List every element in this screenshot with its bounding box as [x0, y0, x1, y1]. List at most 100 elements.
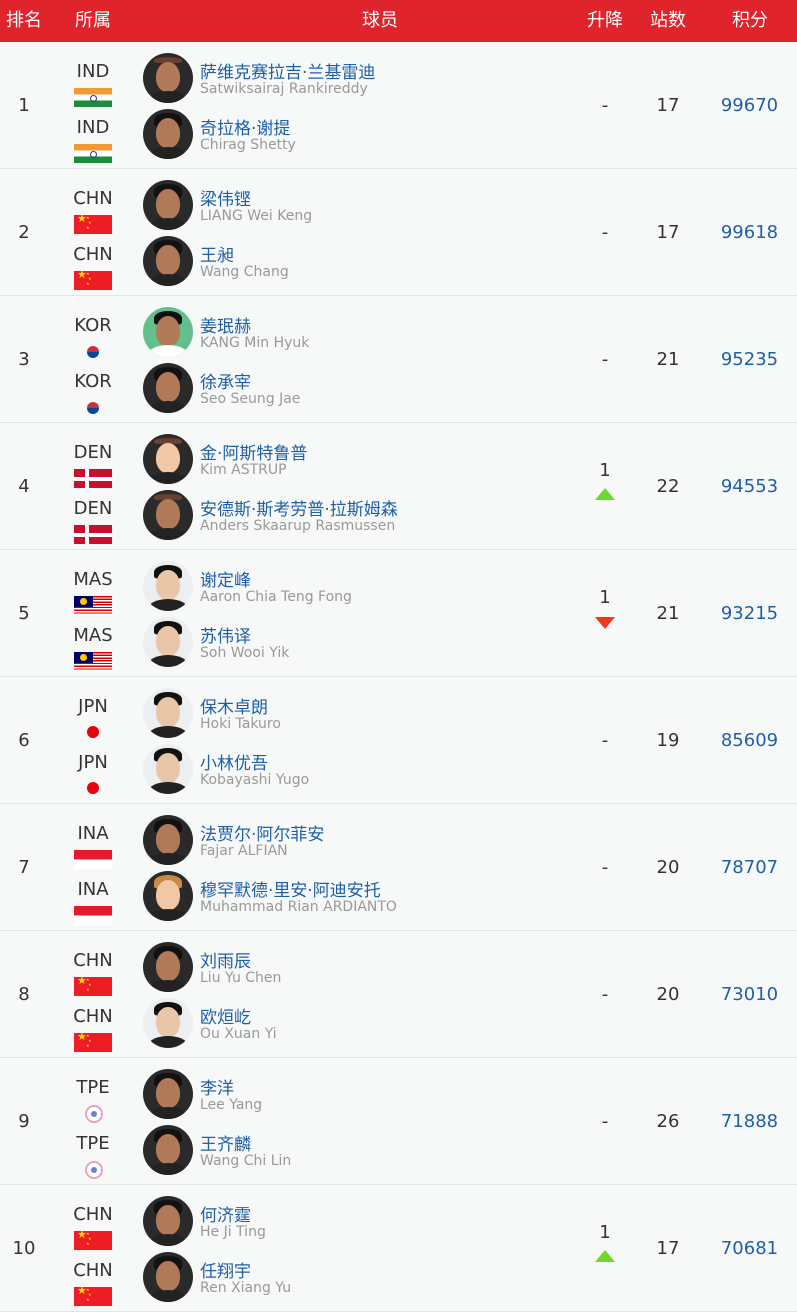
country-code: DEN [73, 442, 113, 463]
change-column-header: 升降 [587, 10, 623, 31]
points-link[interactable]: 73010 [702, 931, 797, 1058]
player-name-link[interactable]: 萨维克赛拉吉·兰基雷迪 [200, 58, 375, 83]
points-link[interactable]: 99670 [702, 42, 797, 169]
table-row[interactable]: 8 CHN ★ ★ ★ ★ 刘雨辰 Liu Yu Chen CHN ★ ★ ★ ★ 欧烜屹 … [0, 931, 797, 1058]
player-avatar[interactable] [143, 744, 193, 794]
china-flag-icon: ★ ★ ★ ★ [74, 271, 112, 290]
denmark-flag-icon [74, 525, 112, 544]
table-row[interactable]: 10 CHN ★ ★ ★ ★ 何济霆 He Ji Ting CHN ★ ★ ★ ★ 任翔宇 … [0, 1185, 797, 1312]
points-link[interactable]: 70681 [702, 1185, 797, 1312]
japan-flag-icon [74, 723, 112, 742]
player-avatar[interactable] [143, 236, 193, 286]
events-cell: 17 [656, 222, 680, 243]
points-link[interactable]: 99618 [702, 169, 797, 296]
player-avatar[interactable] [143, 871, 193, 921]
table-row[interactable]: 3 KOR 姜珉赫 KANG Min Hyuk KOR 徐承宰 Seo Seun… [0, 296, 797, 423]
country-code: JPN [78, 752, 108, 773]
china-flag-icon: ★ ★ ★ ★ [74, 1287, 112, 1306]
player-name-english: Kobayashi Yugo [200, 772, 310, 788]
korea-flag-icon [74, 342, 112, 361]
malaysia-flag-icon [74, 596, 112, 615]
rank-up-arrow-icon [595, 1250, 615, 1262]
player-entry: DEN 安德斯·斯考劳普·拉斯姆森 Anders Skaarup Rasmuss… [0, 488, 565, 545]
china-flag-icon: ★ ★ ★ ★ [74, 977, 112, 996]
player-avatar[interactable] [143, 109, 193, 159]
player-avatar[interactable] [143, 1252, 193, 1302]
player-name-link[interactable]: 王昶 [200, 241, 234, 266]
player-avatar[interactable] [143, 1125, 193, 1175]
table-row[interactable]: 9 TPE 李洋 Lee Yang TPE 王齐麟 Wang Chi Lin -… [0, 1058, 797, 1185]
player-avatar[interactable] [143, 942, 193, 992]
player-name-english: Anders Skaarup Rasmussen [200, 518, 396, 534]
player-name-link[interactable]: 法贾尔·阿尔菲安 [200, 820, 324, 845]
india-flag-icon [74, 88, 112, 107]
events-cell: 17 [656, 95, 680, 116]
player-name-link[interactable]: 谢定峰 [200, 566, 251, 591]
player-name-link[interactable]: 苏伟译 [200, 622, 251, 647]
table-header: 排名 所属 球员 升降 站数 积分 [0, 0, 797, 42]
table-row[interactable]: 2 CHN ★ ★ ★ ★ 梁伟铿 LIANG Wei Keng CHN ★ ★ ★ ★ 王… [0, 169, 797, 296]
player-entry: KOR 徐承宰 Seo Seung Jae [0, 361, 565, 418]
player-avatar[interactable] [143, 490, 193, 540]
player-name-link[interactable]: 梁伟铿 [200, 185, 251, 210]
table-row[interactable]: 6 JPN 保木卓朗 Hoki Takuro JPN 小林优吾 Kobayash… [0, 677, 797, 804]
points-link[interactable]: 95235 [702, 296, 797, 423]
player-avatar[interactable] [143, 815, 193, 865]
player-avatar[interactable] [143, 998, 193, 1048]
korea-flag-icon [74, 398, 112, 417]
player-name-link[interactable]: 保木卓朗 [200, 693, 268, 718]
player-entry: MAS 苏伟译 Soh Wooi Yik [0, 615, 565, 672]
ranking-table-body: 1 IND 萨维克赛拉吉·兰基雷迪 Satwiksairaj Rankiredd… [0, 42, 797, 1312]
player-avatar[interactable] [143, 1196, 193, 1246]
player-name-link[interactable]: 穆罕默德·里安·阿迪安托 [200, 876, 381, 901]
country-code: CHN [73, 1260, 113, 1281]
malaysia-flag-icon [74, 652, 112, 671]
player-name-link[interactable]: 任翔宇 [200, 1257, 251, 1282]
player-name-link[interactable]: 徐承宰 [200, 368, 251, 393]
player-name-english: Satwiksairaj Rankireddy [200, 81, 368, 97]
player-name-link[interactable]: 何济霆 [200, 1201, 251, 1226]
table-row[interactable]: 4 DEN 金·阿斯特鲁普 Kim ASTRUP DEN 安德斯·斯考劳普·拉斯… [0, 423, 797, 550]
player-avatar[interactable] [143, 561, 193, 611]
table-row[interactable]: 7 INA 法贾尔·阿尔菲安 Fajar ALFIAN INA 穆罕默德·里安·… [0, 804, 797, 931]
chinese-taipei-flag-icon [74, 1104, 112, 1123]
player-entry: CHN ★ ★ ★ ★ 任翔宇 Ren Xiang Yu [0, 1250, 565, 1307]
player-entry: TPE 王齐麟 Wang Chi Lin [0, 1123, 565, 1180]
player-name-link[interactable]: 王齐麟 [200, 1130, 251, 1155]
indonesia-flag-icon [74, 906, 112, 925]
player-name-english: Liu Yu Chen [200, 970, 282, 986]
points-link[interactable]: 94553 [702, 423, 797, 550]
player-avatar[interactable] [143, 363, 193, 413]
player-entry: CHN ★ ★ ★ ★ 何济霆 He Ji Ting [0, 1194, 565, 1251]
player-avatar[interactable] [143, 617, 193, 667]
table-row[interactable]: 5 MAS 谢定峰 Aaron Chia Teng Fong MAS 苏伟译 S… [0, 550, 797, 677]
player-name-link[interactable]: 姜珉赫 [200, 312, 251, 337]
player-name-link[interactable]: 欧烜屹 [200, 1003, 251, 1028]
country-code: KOR [74, 371, 112, 392]
player-name-english: KANG Min Hyuk [200, 335, 310, 351]
player-name-link[interactable]: 奇拉格·谢提 [200, 114, 290, 139]
player-avatar[interactable] [143, 688, 193, 738]
player-entry: MAS 谢定峰 Aaron Chia Teng Fong [0, 559, 565, 616]
china-flag-icon: ★ ★ ★ ★ [74, 215, 112, 234]
player-name-english: Kim ASTRUP [200, 462, 287, 478]
points-link[interactable]: 93215 [702, 550, 797, 677]
player-name-english: Soh Wooi Yik [200, 645, 290, 661]
country-code: JPN [78, 696, 108, 717]
points-link[interactable]: 85609 [702, 677, 797, 804]
player-name-link[interactable]: 刘雨辰 [200, 947, 251, 972]
country-code: MAS [73, 625, 113, 646]
player-name-link[interactable]: 安德斯·斯考劳普·拉斯姆森 [200, 495, 398, 520]
player-name-link[interactable]: 金·阿斯特鲁普 [200, 439, 307, 464]
player-avatar[interactable] [143, 434, 193, 484]
player-avatar[interactable] [143, 1069, 193, 1119]
player-avatar[interactable] [143, 307, 193, 357]
player-name-link[interactable]: 李洋 [200, 1074, 234, 1099]
player-name-link[interactable]: 小林优吾 [200, 749, 268, 774]
table-row[interactable]: 1 IND 萨维克赛拉吉·兰基雷迪 Satwiksairaj Rankiredd… [0, 42, 797, 169]
player-avatar[interactable] [143, 180, 193, 230]
player-avatar[interactable] [143, 53, 193, 103]
country-code: CHN [73, 1006, 113, 1027]
points-link[interactable]: 78707 [702, 804, 797, 931]
points-link[interactable]: 71888 [702, 1058, 797, 1185]
